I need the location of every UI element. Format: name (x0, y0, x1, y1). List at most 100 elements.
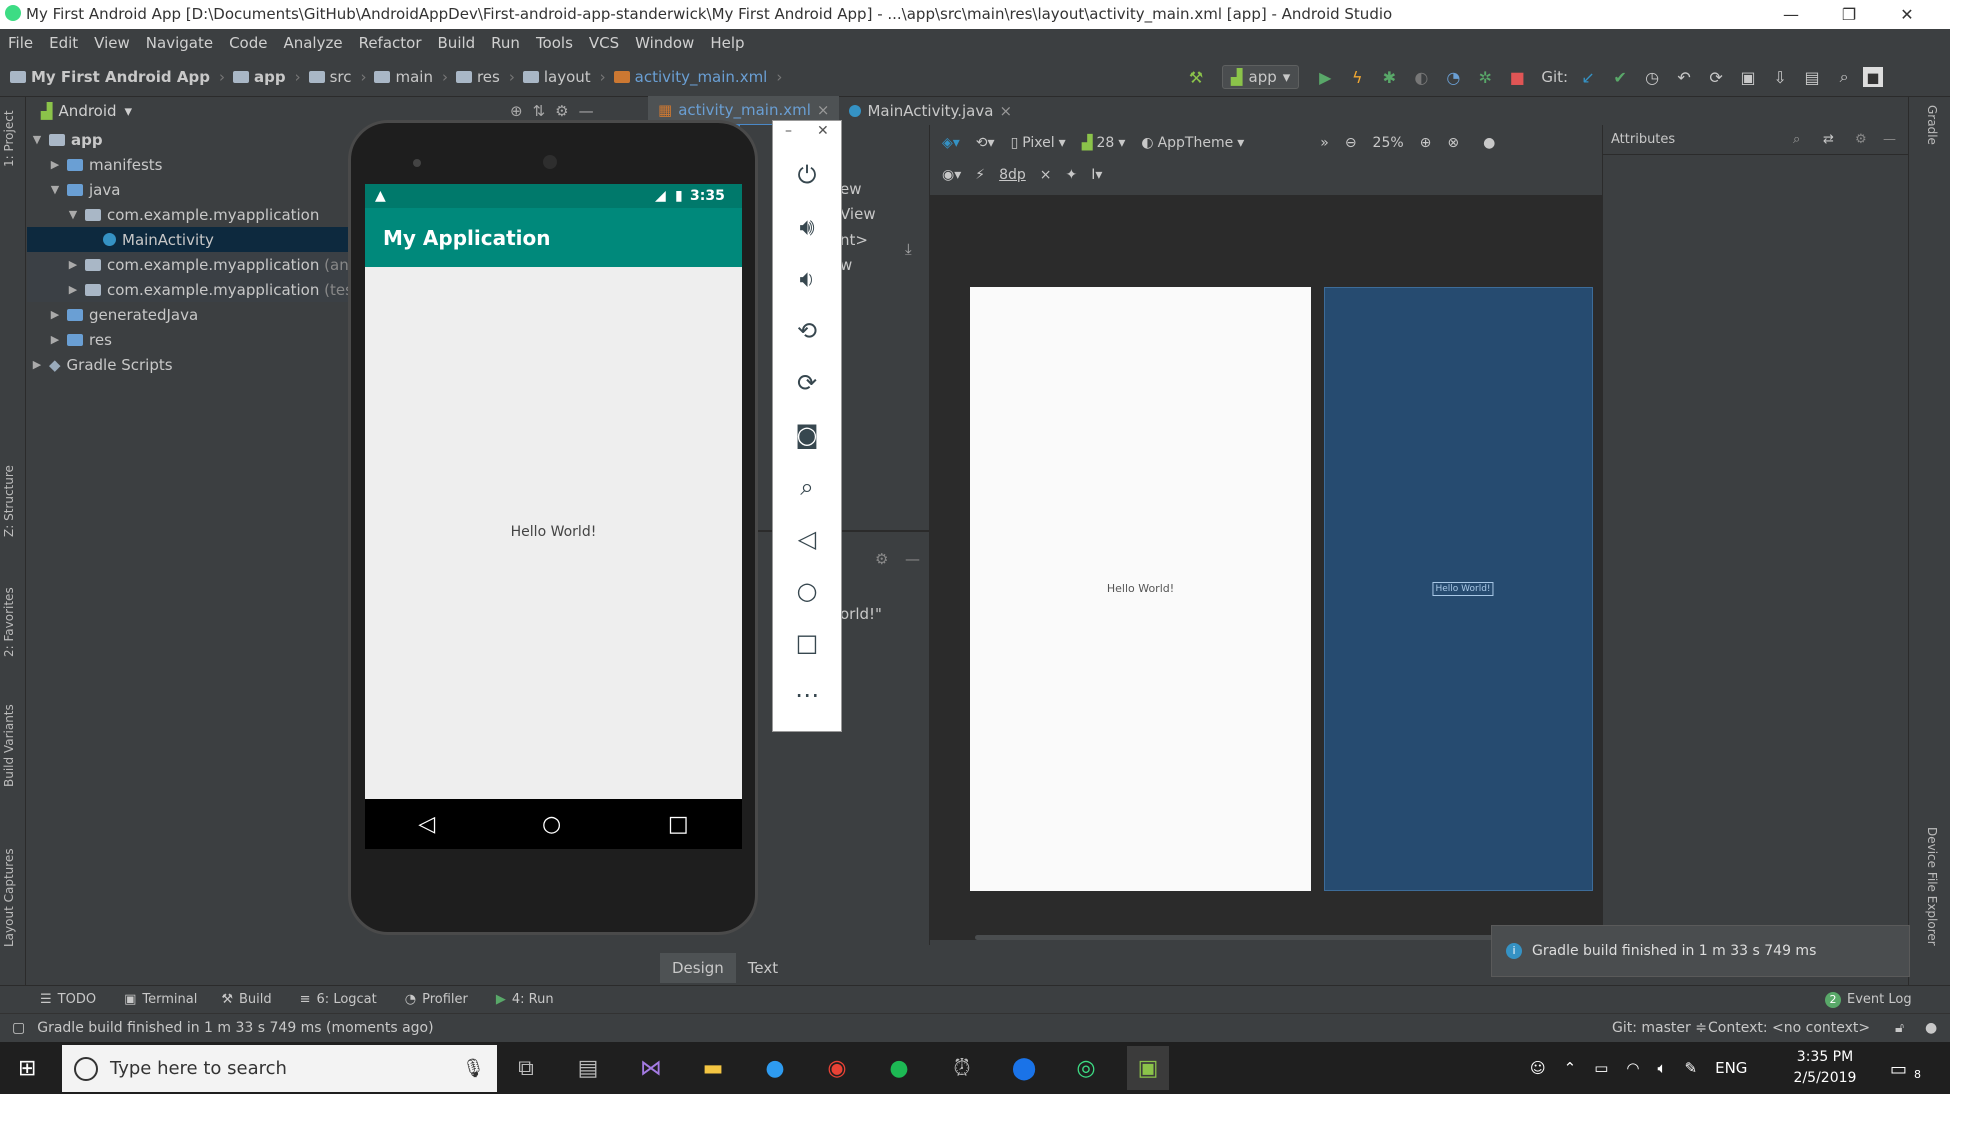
palette-item[interactable]: nt> (840, 231, 868, 249)
download-icon[interactable]: ⤓ (905, 240, 912, 258)
zoom-fit-icon[interactable]: ⊗ (1447, 135, 1459, 151)
gear-icon[interactable]: ⚙ (875, 550, 888, 568)
project-view-selector[interactable]: Android (59, 102, 117, 120)
language-indicator[interactable]: ENG (1715, 1059, 1747, 1077)
tool-window-layout-captures[interactable]: Layout Captures (2, 848, 16, 947)
tool-tab-run[interactable]: ▶ 4: Run (496, 992, 554, 1007)
warning-icon[interactable]: ● (1483, 135, 1495, 151)
stop-icon[interactable]: ■ (1504, 64, 1530, 90)
tool-window-project[interactable]: 1: Project (2, 110, 16, 167)
windows-start-icon[interactable]: ⊞ (18, 1056, 36, 1081)
vcs-update-icon[interactable]: ↙ (1575, 64, 1601, 90)
power-icon[interactable]: ⏻︎ (773, 151, 841, 199)
chrome-icon[interactable]: ◉ (816, 1046, 858, 1090)
tool-tab-profiler[interactable]: ◔ Profiler (405, 992, 468, 1007)
breadcrumb-main[interactable]: main › (374, 68, 448, 86)
close-icon[interactable]: × (817, 101, 830, 119)
scroll-from-source-icon[interactable]: ⊕ (510, 102, 523, 120)
breadcrumb-layout[interactable]: layout › (522, 68, 606, 86)
profile-icon[interactable]: ◔ (1440, 64, 1466, 90)
autoconnect-icon[interactable]: ⚡ (975, 167, 985, 183)
search-icon[interactable]: ⌕ (1793, 132, 1800, 147)
tree-item-generatedjava[interactable]: ▶ generatedJava (27, 302, 369, 327)
textview-blueprint[interactable]: Hello World! (1432, 582, 1494, 596)
project-structure-icon[interactable]: ▤ (1799, 64, 1825, 90)
recents-icon[interactable]: □ (668, 812, 689, 837)
close-button[interactable]: ✕ (1878, 0, 1936, 29)
volume-down-icon[interactable]: 🔉︎ (773, 255, 841, 303)
attach-debugger-icon[interactable]: ✲ (1472, 64, 1498, 90)
hide-icon[interactable]: — (905, 550, 920, 568)
zoom-in-icon[interactable]: ⊕ (1420, 135, 1432, 151)
revert-icon[interactable]: ↶ (1671, 64, 1697, 90)
overview-icon[interactable]: □ (773, 619, 841, 667)
context-indicator[interactable]: Context: <no context> (1708, 1020, 1870, 1036)
tray-chevron-up-icon[interactable]: ⌃ (1564, 1059, 1577, 1077)
pen-icon[interactable]: ✎ (1685, 1059, 1698, 1077)
restore-button[interactable]: ❐ (1820, 0, 1878, 29)
api-select[interactable]: ▟ 28 ▾ (1082, 135, 1126, 151)
tree-item-app[interactable]: ▼ app (27, 127, 351, 152)
home-icon[interactable]: ○ (542, 812, 561, 837)
messenger-icon[interactable]: ● (754, 1046, 796, 1090)
minimize-icon[interactable]: – (785, 123, 792, 139)
design-preview[interactable]: Hello World! (970, 287, 1311, 891)
breadcrumb-file[interactable]: activity_main.xml › (613, 68, 782, 86)
sync-gradle-icon[interactable]: ⟳ (1703, 64, 1729, 90)
menu-help[interactable]: Help (710, 34, 744, 52)
run-config-select[interactable]: ▟ app ▾ (1222, 65, 1300, 89)
menu-vcs[interactable]: VCS (589, 34, 619, 52)
android-studio-taskbar-icon[interactable]: ◎ (1065, 1046, 1107, 1090)
minimize-button[interactable]: — (1762, 0, 1820, 29)
design-canvas[interactable]: Hello World! Hello World! (930, 195, 1602, 940)
component-tree-item[interactable]: orld!" (840, 605, 882, 623)
status-icon[interactable]: ▢ (12, 1020, 25, 1036)
people-icon[interactable]: ☺ (1530, 1059, 1546, 1077)
menu-navigate[interactable]: Navigate (146, 34, 213, 52)
tree-item-package[interactable]: ▼ com.example.myapplication (27, 202, 387, 227)
file-manager-icon[interactable]: ▤ (567, 1046, 609, 1090)
tab-mainactivity-java[interactable]: MainActivity.java × (839, 97, 1022, 125)
hide-icon[interactable]: — (579, 102, 594, 120)
volume-icon[interactable]: 🔈︎ (1658, 1059, 1667, 1077)
layers-icon[interactable]: ◈▾ (942, 135, 960, 151)
zoom-icon[interactable]: ⌕ (773, 463, 841, 511)
hide-icon[interactable]: — (1883, 132, 1896, 147)
menu-window[interactable]: Window (635, 34, 694, 52)
guidelines-icon[interactable]: I▾ (1091, 167, 1102, 183)
more-icon[interactable]: » (1320, 135, 1329, 151)
search-icon[interactable]: ⌕ (1831, 64, 1857, 90)
menu-refactor[interactable]: Refactor (359, 34, 422, 52)
tree-item-manifests[interactable]: ▶ manifests (27, 152, 369, 177)
zoom-out-icon[interactable]: ⊖ (1345, 135, 1357, 151)
menu-build[interactable]: Build (438, 34, 476, 52)
run-icon[interactable]: ▶ (1312, 64, 1338, 90)
maps-icon[interactable]: ⬤ (1003, 1046, 1045, 1090)
close-icon[interactable]: ✕ (817, 123, 829, 139)
lock-icon[interactable]: 🔓︎ (1895, 1020, 1904, 1036)
palette-item[interactable]: ew (840, 180, 862, 198)
breadcrumb-res[interactable]: res › (455, 68, 515, 86)
gear-icon[interactable]: ⚙ (555, 102, 568, 120)
tree-item-package-test[interactable]: ▶ com.example.myapplication (test (27, 277, 387, 302)
textview-design[interactable]: Hello World! (970, 582, 1311, 595)
close-icon[interactable]: × (999, 102, 1012, 120)
eye-icon[interactable]: ◉▾ (942, 167, 961, 183)
collapse-all-icon[interactable]: ⇅ (533, 102, 546, 120)
breadcrumb-app[interactable]: app › (232, 68, 301, 86)
rotate-left-icon[interactable]: ⟲ (773, 307, 841, 355)
tool-window-build-variants[interactable]: Build Variants (2, 704, 16, 787)
microphone-icon[interactable]: 🎙︎ (462, 1058, 485, 1079)
visual-studio-icon[interactable]: ⋈ (630, 1046, 672, 1090)
home-icon[interactable]: ○ (773, 567, 841, 615)
menu-file[interactable]: File (8, 34, 33, 52)
tool-tab-todo[interactable]: ☰ TODO (40, 992, 96, 1007)
back-icon[interactable]: ◁ (418, 812, 435, 837)
theme-select[interactable]: ◐ AppTheme ▾ (1141, 135, 1244, 151)
tree-item-res[interactable]: ▶ res (27, 327, 369, 352)
more-options-icon[interactable]: ⋯ (773, 671, 841, 719)
rotate-right-icon[interactable]: ⟳ (773, 359, 841, 407)
tool-tab-build[interactable]: ⚒ Build (221, 992, 271, 1007)
tool-window-favorites[interactable]: 2: Favorites (2, 587, 16, 657)
menu-code[interactable]: Code (229, 34, 267, 52)
